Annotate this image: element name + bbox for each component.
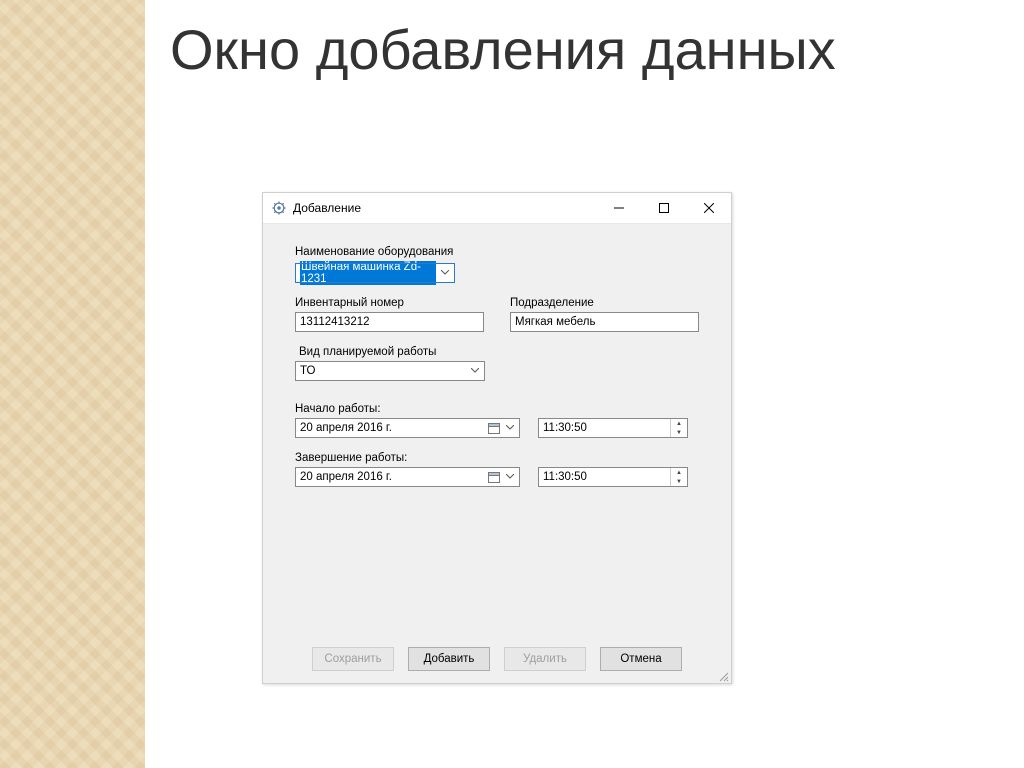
slide: Окно добавления данных Добавление (0, 0, 1024, 768)
equipment-label: Наименование оборудования (295, 246, 699, 258)
minimize-icon (614, 203, 624, 213)
add-button[interactable]: Добавить (408, 647, 490, 671)
start-time-picker[interactable]: 11:30:50 ▲ ▼ (538, 418, 688, 438)
button-bar: Сохранить Добавить Удалить Отмена (263, 647, 731, 671)
spinner-up-icon: ▲ (671, 419, 687, 428)
end-time-value: 11:30:50 (543, 471, 587, 483)
client-area: Наименование оборудования Швейная машинк… (263, 224, 731, 511)
spinner[interactable]: ▲ ▼ (670, 419, 687, 437)
chevron-down-icon (503, 469, 517, 485)
inventory-input[interactable]: 13112413212 (295, 312, 484, 332)
inventory-value: 13112413212 (300, 316, 370, 328)
save-button[interactable]: Сохранить (312, 647, 394, 671)
resize-grip-icon[interactable] (717, 669, 729, 681)
dialog-window: Добавление Наименование оборудования Шве… (262, 192, 732, 684)
spinner[interactable]: ▲ ▼ (670, 468, 687, 486)
close-icon (704, 203, 714, 213)
department-label: Подразделение (510, 297, 699, 309)
start-label: Начало работы: (295, 403, 699, 415)
work-type-value: ТО (300, 365, 315, 377)
minimize-button[interactable] (596, 193, 641, 223)
delete-button[interactable]: Удалить (504, 647, 586, 671)
calendar-icon (487, 421, 501, 435)
spinner-down-icon: ▼ (671, 428, 687, 437)
equipment-combo[interactable]: Швейная машинка Zd-1231 (295, 263, 455, 283)
inventory-label: Инвентарный номер (295, 297, 484, 309)
slide-title: Окно добавления данных (170, 18, 836, 82)
start-date-value: 20 апреля 2016 г. (300, 422, 392, 434)
maximize-icon (659, 203, 669, 213)
spinner-up-icon: ▲ (671, 468, 687, 477)
chevron-down-icon (503, 420, 517, 436)
end-time-picker[interactable]: 11:30:50 ▲ ▼ (538, 467, 688, 487)
start-date-picker[interactable]: 20 апреля 2016 г. (295, 418, 520, 438)
calendar-icon (487, 470, 501, 484)
equipment-value: Швейная машинка Zd-1231 (300, 261, 436, 285)
start-time-value: 11:30:50 (543, 422, 587, 434)
work-type-combo[interactable]: ТО (295, 361, 485, 381)
app-gear-icon (271, 200, 287, 216)
side-pattern (0, 0, 145, 768)
department-input[interactable]: Мягкая мебель (510, 312, 699, 332)
chevron-down-icon (468, 363, 482, 379)
titlebar[interactable]: Добавление (263, 193, 731, 224)
chevron-down-icon (438, 265, 452, 281)
spinner-down-icon: ▼ (671, 477, 687, 486)
window-title: Добавление (293, 201, 361, 215)
end-date-value: 20 апреля 2016 г. (300, 471, 392, 483)
end-label: Завершение работы: (295, 452, 699, 464)
work-type-label: Вид планируемой работы (299, 346, 699, 358)
end-date-picker[interactable]: 20 апреля 2016 г. (295, 467, 520, 487)
close-button[interactable] (686, 193, 731, 223)
department-value: Мягкая мебель (515, 316, 595, 328)
cancel-button[interactable]: Отмена (600, 647, 682, 671)
maximize-button[interactable] (641, 193, 686, 223)
